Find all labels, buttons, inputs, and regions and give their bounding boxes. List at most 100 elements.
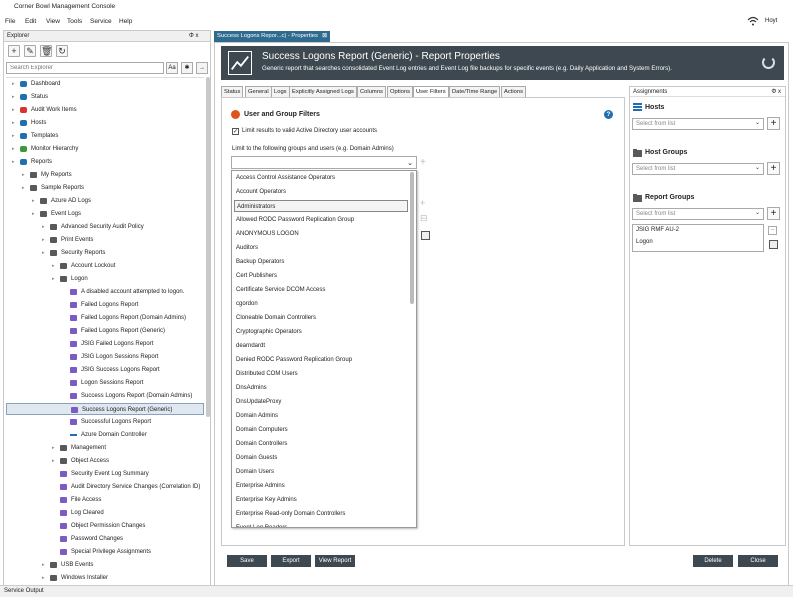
dropdown-option[interactable]: Distributed COM Users [234,368,408,380]
tab-status[interactable]: Status [221,86,244,97]
dropdown-option[interactable]: Access Control Assistance Operators [234,172,408,184]
expand-arrow-icon[interactable]: ▸ [42,559,45,571]
tree-item[interactable]: Object Permission Changes [6,520,204,532]
tree-item[interactable]: ▸ Management [6,442,204,454]
tree-item[interactable]: ▸ Monitor Hierarchy [6,143,204,155]
tree-item[interactable]: ▸ Dashboard [6,78,204,90]
tree-item[interactable]: ▸ Reports [6,156,204,168]
tree-item[interactable]: JSIG Logon Sessions Report [6,351,204,363]
tree-item[interactable]: ▸ My Reports [6,169,204,181]
add-group-icon[interactable]: + [420,157,426,168]
tab-report-properties[interactable]: Success Logons Repor...c) - Properties ⊠ [214,31,330,42]
assignments-pin-close[interactable]: Φ x [772,87,781,97]
dropdown-option[interactable]: Domain Guests [234,452,408,464]
menu-help[interactable]: Help [119,18,132,25]
expand-arrow-icon[interactable]: ▸ [52,273,55,285]
tab-options[interactable]: Options [387,86,413,97]
match-case-button[interactable]: Aa [166,62,178,74]
expand-arrow-icon[interactable]: ▸ [52,260,55,272]
dropdown-option[interactable]: Cert Publishers [234,270,408,282]
dropdown-option[interactable]: Domain Admins [234,410,408,422]
tree-item[interactable]: Log Cleared [6,507,204,519]
hosts-select[interactable]: Select from list ⌄ [632,118,764,130]
dropdown-option[interactable]: Denied RODC Password Replication Group [234,354,408,366]
menu-view[interactable]: View [46,18,60,25]
list-item[interactable]: Logon [636,239,653,245]
dropdown-option[interactable]: Allowed RODC Password Replication Group [234,214,408,226]
close-icon[interactable]: ⊠ [322,31,327,42]
dropdown-option[interactable]: Administrators [234,200,408,212]
tree-item[interactable]: JSIG Failed Logons Report [6,338,204,350]
tree-item[interactable]: ▸ Audit Work Items [6,104,204,116]
dropdown-option[interactable]: dearndardt [234,340,408,352]
dropdown-scrollbar[interactable] [410,172,414,304]
delete-icon[interactable]: 🗑 [40,45,52,57]
dropdown-option[interactable]: Enterprise Key Admins [234,494,408,506]
menu-tools[interactable]: Tools [67,18,82,25]
tab-columns[interactable]: Columns [357,86,386,97]
tab-general[interactable]: General [245,86,272,97]
tree-item[interactable]: Success Logons Report (Generic) [6,403,204,415]
tree-item[interactable]: Azure Domain Controller [6,429,204,441]
expand-arrow-icon[interactable]: ▸ [32,195,35,207]
expand-arrow-icon[interactable]: ▸ [42,221,45,233]
tree-item[interactable]: ▸ Status [6,91,204,103]
tree-item[interactable]: ▸ Windows Installer [6,572,204,583]
tree-item[interactable]: ▸ Sample Reports [6,182,204,194]
tree-item[interactable]: Audit Directory Service Changes (Correla… [6,481,204,493]
tree-item[interactable]: ▸ Azure AD Logs [6,195,204,207]
expand-arrow-icon[interactable]: ▸ [52,455,55,467]
menu-edit[interactable]: Edit [25,18,36,25]
dropdown-option[interactable]: ANONYMOUS LOGON [234,228,408,240]
tree-item[interactable]: Failed Logons Report (Generic) [6,325,204,337]
host-groups-select[interactable]: Select from list ⌄ [632,163,764,175]
user-name[interactable]: Hoyt [765,18,777,24]
expand-arrow-icon[interactable]: ▸ [42,572,45,583]
dropdown-option[interactable]: Cryptographic Operators [234,326,408,338]
expand-arrow-icon[interactable]: ▸ [12,78,15,90]
dropdown-option[interactable]: Domain Computers [234,424,408,436]
expand-arrow-icon[interactable]: ▸ [22,182,25,194]
tree-item[interactable]: ▸ Hosts [6,117,204,129]
save-button[interactable]: Save [227,555,267,567]
tab-actions[interactable]: Actions [501,86,527,97]
expand-arrow-icon[interactable]: ▸ [12,91,15,103]
tree-item[interactable]: ▸ Account Lockout [6,260,204,272]
tree-item[interactable]: Failed Logons Report [6,299,204,311]
explorer-scrollbar[interactable] [206,77,210,417]
expand-arrow-icon[interactable]: ▸ [22,169,25,181]
expand-arrow-icon[interactable]: ▸ [32,208,35,220]
dropdown-option[interactable]: Domain Users [234,466,408,478]
export-button[interactable]: Export [271,555,311,567]
add-host-button[interactable]: + [767,117,780,130]
menu-service[interactable]: Service [90,18,112,25]
copy-icon[interactable] [421,231,430,240]
view-report-button[interactable]: View Report [315,555,355,567]
add-button[interactable]: + [8,45,20,57]
dropdown-option[interactable]: Enterprise Read-only Domain Controllers [234,508,408,520]
dropdown-option[interactable]: Cloneable Domain Controllers [234,312,408,324]
expand-arrow-icon[interactable]: ▸ [12,117,15,129]
dropdown-option[interactable]: Event Log Readers [234,522,408,527]
expand-arrow-icon[interactable]: ▸ [52,442,55,454]
expand-arrow-icon[interactable]: ▸ [12,130,15,142]
list-item[interactable]: JSIG RMF AU-2 [636,227,679,233]
tree-item[interactable]: ▸ USB Events [6,559,204,571]
expand-arrow-icon[interactable]: ▸ [12,143,15,155]
report-groups-select[interactable]: Select from list ⌄ [632,208,764,220]
delete-button[interactable]: Delete [693,555,733,567]
dropdown-option[interactable]: DnsAdmins [234,382,408,394]
tab-explicitly-assigned-logs[interactable]: Explicitly Assigned Logs [289,86,357,97]
tab-date-time-range[interactable]: Date/Time Range [449,86,501,97]
wildcard-button[interactable]: ✱ [181,62,193,74]
close-button[interactable]: Close [738,555,778,567]
expand-arrow-icon[interactable]: ▸ [12,104,15,116]
tree-item[interactable]: ▸ Advanced Security Audit Policy [6,221,204,233]
groups-combobox[interactable]: ⌄ [231,156,417,169]
tree-item[interactable]: ▸ Object Access [6,455,204,467]
add-host-group-button[interactable]: + [767,162,780,175]
expand-arrow-icon[interactable]: ▸ [42,247,45,259]
refresh-button[interactable]: ↻ [56,45,68,57]
dropdown-option[interactable]: Domain Controllers [234,438,408,450]
add-icon[interactable]: + [420,198,425,208]
